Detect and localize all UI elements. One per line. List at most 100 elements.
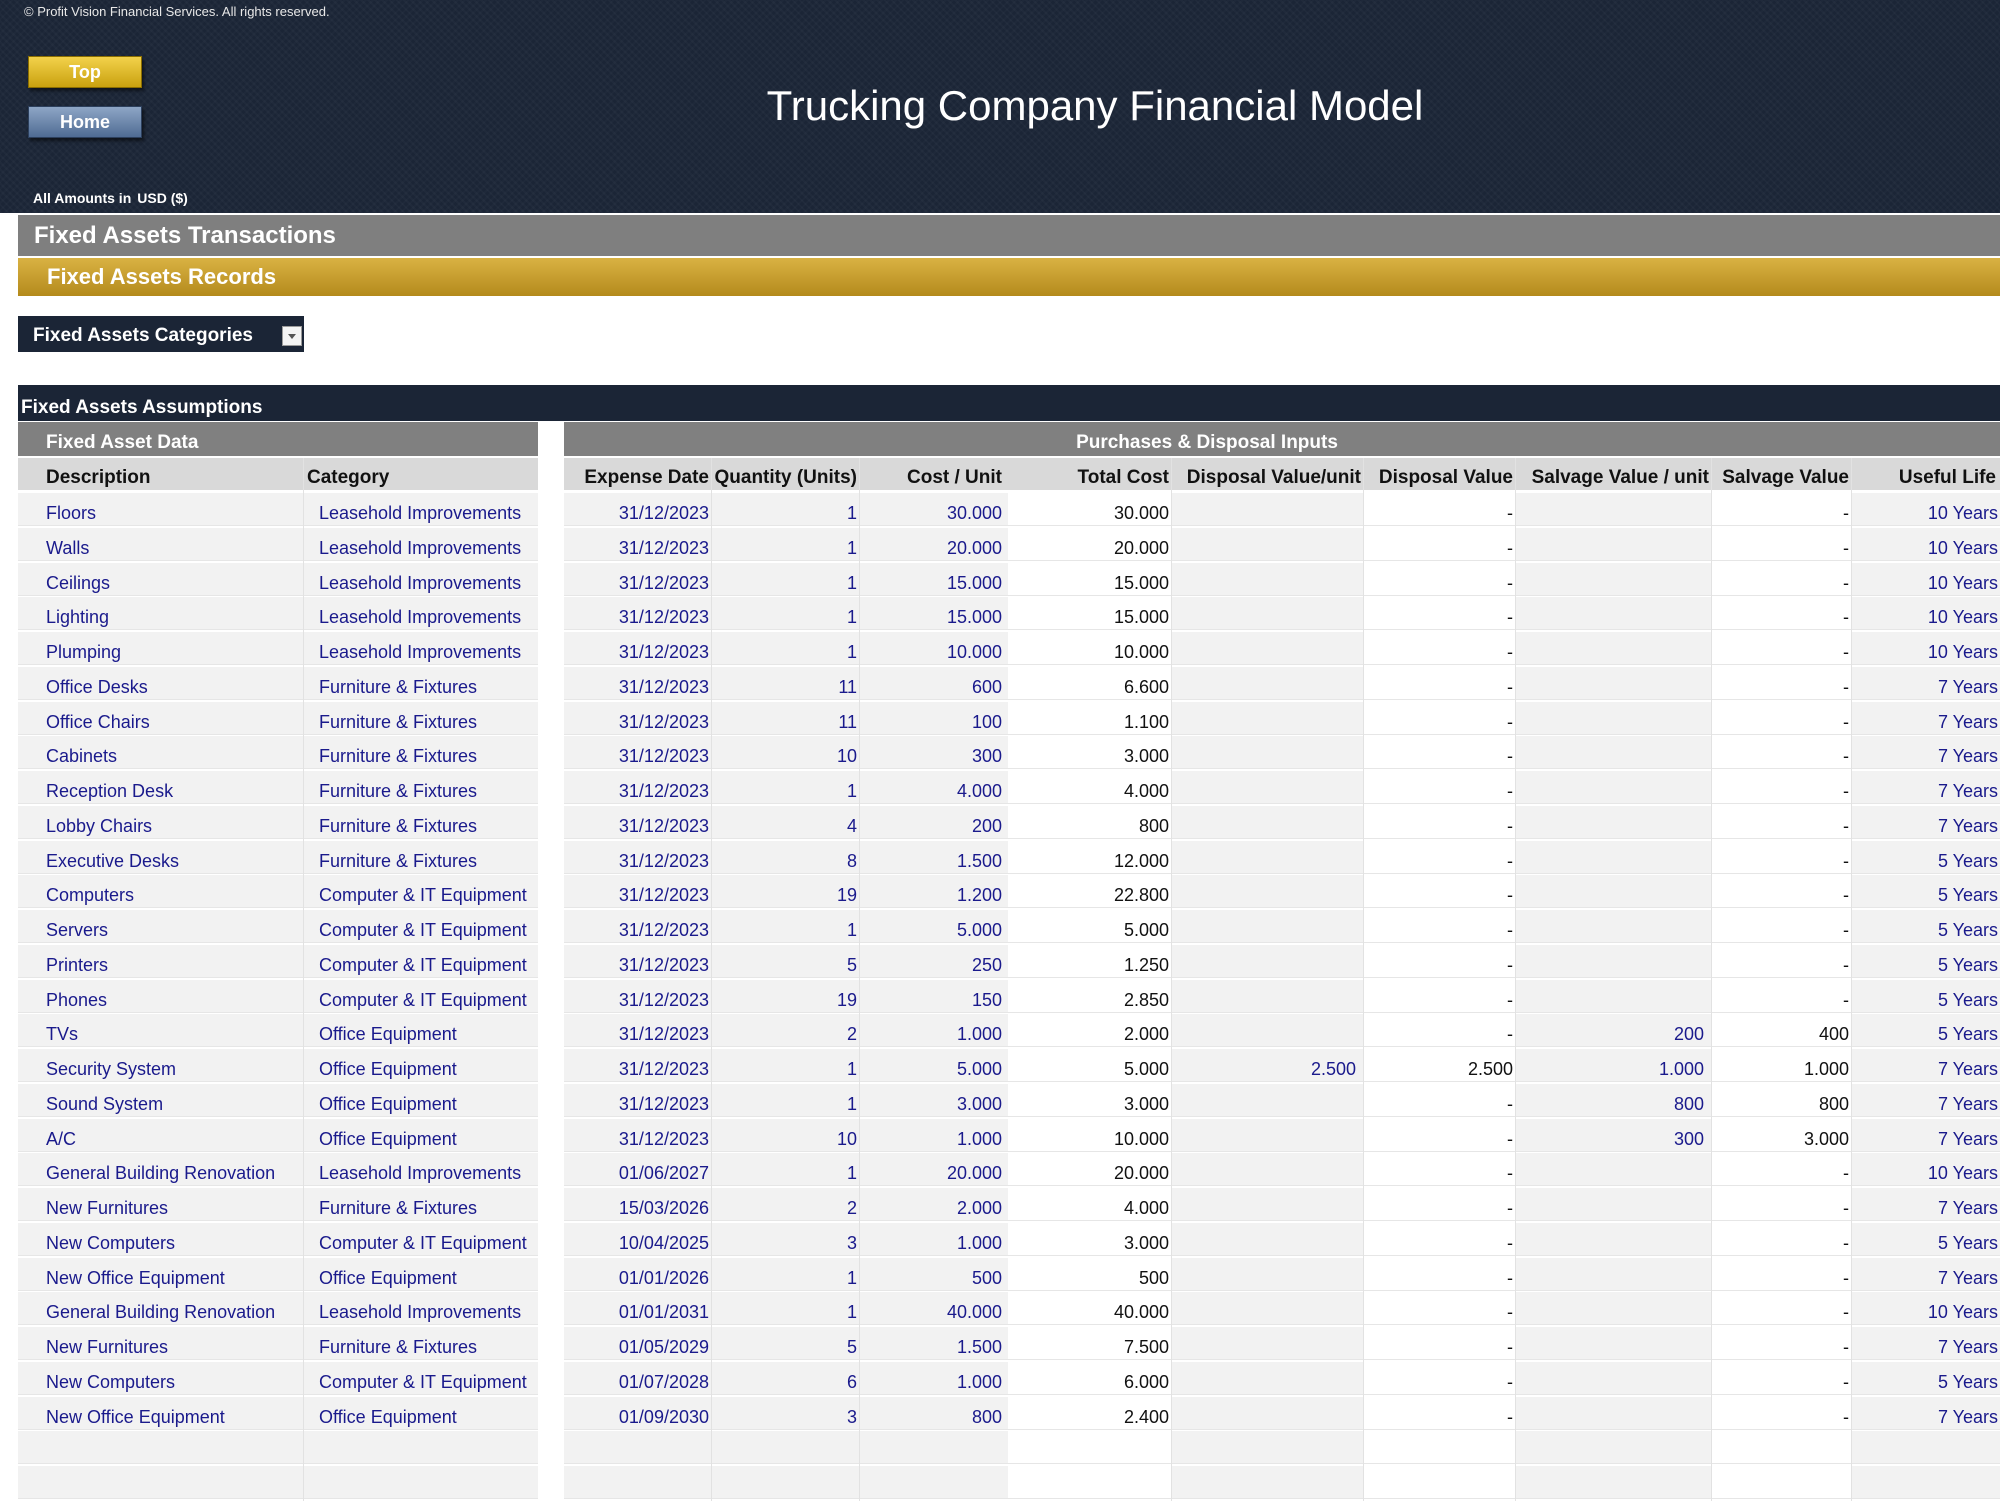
cell-category[interactable] [304, 1466, 538, 1499]
cell-description[interactable]: Sound System [18, 1083, 304, 1117]
chevron-down-icon[interactable] [282, 326, 302, 346]
cell-description[interactable]: New Computers [18, 1222, 304, 1256]
cell-quantity[interactable]: 1 [712, 1083, 860, 1117]
cell-useful-life[interactable]: 10 Years [1852, 632, 2000, 665]
cell-category[interactable]: Leasehold Improvements [304, 493, 538, 526]
cell-disposal-value-per-unit[interactable] [1172, 1361, 1364, 1395]
cell-useful-life[interactable]: 7 Years [1852, 736, 2000, 770]
cell-salvage-value-per-unit[interactable]: 800 [1516, 1083, 1712, 1117]
cell-disposal-value-per-unit[interactable] [1172, 910, 1364, 943]
cell-useful-life[interactable]: 7 Years [1852, 771, 2000, 804]
cell-quantity[interactable]: 2 [712, 1014, 860, 1048]
cell-expense-date[interactable]: 31/12/2023 [564, 1049, 712, 1082]
cell-salvage-value-per-unit[interactable] [1516, 1327, 1712, 1360]
cell-useful-life[interactable]: 7 Years [1852, 1083, 2000, 1117]
cell-expense-date[interactable]: 31/12/2023 [564, 666, 712, 700]
cell-category[interactable]: Leasehold Improvements [304, 527, 538, 561]
cell-useful-life[interactable] [1852, 1431, 2000, 1465]
cell-useful-life[interactable]: 7 Years [1852, 666, 2000, 700]
cell-category[interactable]: Furniture & Fixtures [304, 805, 538, 839]
cell-expense-date[interactable]: 01/07/2028 [564, 1361, 712, 1395]
cell-description[interactable]: New Furnitures [18, 1188, 304, 1221]
cell-quantity[interactable]: 19 [712, 979, 860, 1013]
cell-salvage-value-per-unit[interactable]: 1.000 [1516, 1049, 1712, 1082]
cell-category[interactable]: Office Equipment [304, 1083, 538, 1117]
cell-cost-per-unit[interactable]: 4.000 [860, 771, 1008, 804]
cell-disposal-value-per-unit[interactable] [1172, 597, 1364, 631]
cell-salvage-value-per-unit[interactable] [1516, 1188, 1712, 1221]
cell-disposal-value-per-unit[interactable] [1172, 979, 1364, 1013]
cell-description[interactable]: Reception Desk [18, 771, 304, 804]
cell-expense-date[interactable]: 31/12/2023 [564, 1118, 712, 1152]
cell-useful-life[interactable]: 10 Years [1852, 493, 2000, 526]
cell-quantity[interactable]: 10 [712, 736, 860, 770]
cell-disposal-value-per-unit[interactable] [1172, 771, 1364, 804]
cell-description[interactable]: Ceilings [18, 562, 304, 596]
cell-expense-date[interactable]: 31/12/2023 [564, 979, 712, 1013]
cell-quantity[interactable]: 5 [712, 944, 860, 978]
cell-quantity[interactable]: 1 [712, 910, 860, 943]
cell-category[interactable]: Computer & IT Equipment [304, 944, 538, 978]
cell-useful-life[interactable]: 5 Years [1852, 1361, 2000, 1395]
cell-cost-per-unit[interactable]: 15.000 [860, 562, 1008, 596]
cell-useful-life[interactable]: 7 Years [1852, 1327, 2000, 1360]
cell-disposal-value-per-unit[interactable] [1172, 875, 1364, 909]
cell-disposal-value-per-unit[interactable] [1172, 1188, 1364, 1221]
cell-cost-per-unit[interactable]: 10.000 [860, 632, 1008, 665]
cell-description[interactable]: New Office Equipment [18, 1257, 304, 1291]
cell-useful-life[interactable]: 5 Years [1852, 840, 2000, 874]
cell-description[interactable]: TVs [18, 1014, 304, 1048]
cell-quantity[interactable]: 19 [712, 875, 860, 909]
cell-disposal-value-per-unit[interactable] [1172, 1222, 1364, 1256]
cell-quantity[interactable] [712, 1466, 860, 1499]
cell-cost-per-unit[interactable]: 1.200 [860, 875, 1008, 909]
cell-quantity[interactable]: 1 [712, 1153, 860, 1187]
cell-quantity[interactable]: 8 [712, 840, 860, 874]
cell-quantity[interactable]: 10 [712, 1118, 860, 1152]
cell-expense-date[interactable]: 31/12/2023 [564, 875, 712, 909]
cell-disposal-value-per-unit[interactable] [1172, 1257, 1364, 1291]
cell-description[interactable]: Printers [18, 944, 304, 978]
cell-cost-per-unit[interactable]: 20.000 [860, 1153, 1008, 1187]
cell-quantity[interactable]: 4 [712, 805, 860, 839]
cell-description[interactable]: Cabinets [18, 736, 304, 770]
cell-quantity[interactable]: 1 [712, 527, 860, 561]
cell-quantity[interactable]: 1 [712, 632, 860, 665]
cell-useful-life[interactable]: 10 Years [1852, 1292, 2000, 1326]
cell-expense-date[interactable]: 31/12/2023 [564, 562, 712, 596]
cell-cost-per-unit[interactable]: 30.000 [860, 493, 1008, 526]
cell-cost-per-unit[interactable]: 5.000 [860, 1049, 1008, 1082]
cell-useful-life[interactable]: 7 Years [1852, 805, 2000, 839]
cell-expense-date[interactable] [564, 1431, 712, 1465]
cell-expense-date[interactable]: 01/06/2027 [564, 1153, 712, 1187]
cell-expense-date[interactable]: 31/12/2023 [564, 1083, 712, 1117]
cell-salvage-value-per-unit[interactable] [1516, 1153, 1712, 1187]
cell-disposal-value-per-unit[interactable] [1172, 1431, 1364, 1465]
cell-disposal-value-per-unit[interactable] [1172, 1153, 1364, 1187]
cell-salvage-value-per-unit[interactable] [1516, 1292, 1712, 1326]
cell-useful-life[interactable]: 7 Years [1852, 701, 2000, 735]
cell-cost-per-unit[interactable]: 300 [860, 736, 1008, 770]
cell-category[interactable]: Office Equipment [304, 1014, 538, 1048]
cell-disposal-value-per-unit[interactable] [1172, 666, 1364, 700]
cell-disposal-value-per-unit[interactable] [1172, 632, 1364, 665]
cell-salvage-value-per-unit[interactable] [1516, 1361, 1712, 1395]
cell-cost-per-unit[interactable]: 800 [860, 1396, 1008, 1430]
cell-salvage-value-per-unit[interactable] [1516, 840, 1712, 874]
cell-expense-date[interactable]: 10/04/2025 [564, 1222, 712, 1256]
cell-description[interactable]: Walls [18, 527, 304, 561]
cell-cost-per-unit[interactable]: 40.000 [860, 1292, 1008, 1326]
cell-salvage-value-per-unit[interactable] [1516, 910, 1712, 943]
cell-quantity[interactable]: 11 [712, 666, 860, 700]
cell-useful-life[interactable]: 7 Years [1852, 1049, 2000, 1082]
cell-expense-date[interactable]: 31/12/2023 [564, 944, 712, 978]
cell-disposal-value-per-unit[interactable] [1172, 840, 1364, 874]
cell-category[interactable]: Office Equipment [304, 1049, 538, 1082]
cell-useful-life[interactable]: 5 Years [1852, 944, 2000, 978]
cell-salvage-value-per-unit[interactable] [1516, 1257, 1712, 1291]
cell-description[interactable]: Office Chairs [18, 701, 304, 735]
cell-useful-life[interactable]: 10 Years [1852, 597, 2000, 631]
cell-cost-per-unit[interactable]: 100 [860, 701, 1008, 735]
cell-expense-date[interactable]: 31/12/2023 [564, 840, 712, 874]
cell-category[interactable]: Furniture & Fixtures [304, 840, 538, 874]
